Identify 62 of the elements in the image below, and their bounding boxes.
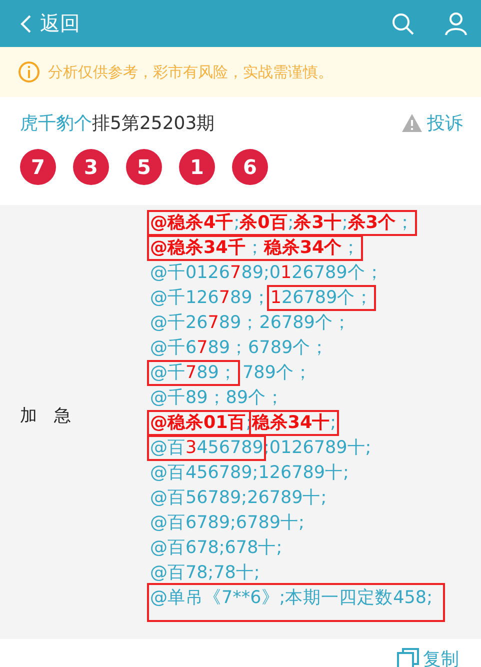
search-icon[interactable] [391, 12, 415, 36]
highlighted-text: 稳杀34个 [264, 238, 342, 258]
tip-text: 89；6789个； [208, 338, 329, 358]
highlighted-text: @稳杀4千 [150, 213, 234, 233]
tip-text: ； [342, 238, 360, 258]
back-chevron-icon [20, 14, 32, 34]
highlighted-text: 杀0百 [240, 213, 288, 233]
tip-text: 89； [230, 288, 270, 308]
tip-text: @百78;78十; [150, 563, 260, 583]
tip-text: 789个； [241, 363, 312, 383]
tip-text: 26789个； [281, 288, 374, 308]
tip-text: @百456789;126789十; [150, 463, 349, 483]
number-ball: 6 [232, 149, 268, 185]
highlighted-text: 杀3个 [348, 213, 396, 233]
risk-notice: 分析仅供参考，彩市有风险，实战需谨慎。 [48, 62, 333, 82]
tip-text: ; [288, 213, 294, 233]
tip-text: @百56789;26789十; [150, 488, 327, 508]
number-ball: 7 [20, 149, 56, 185]
tip-text: ; [234, 213, 240, 233]
tip-text: ; [342, 213, 348, 233]
highlighted-text: 3 [186, 438, 197, 458]
highlighted-text: 7 [196, 338, 208, 358]
post-title: 虎千豹个排5第25203期 [20, 112, 216, 135]
number-ball: 3 [73, 149, 109, 185]
tip-text: @千6 [150, 338, 197, 358]
info-icon [18, 61, 40, 83]
highlighted-text: 杀3十 [294, 213, 342, 233]
highlighted-text: 7 [208, 313, 219, 333]
tip-text: 456789 [196, 438, 264, 458]
highlighted-text: @稳杀01百 [150, 413, 246, 433]
number-ball: 5 [126, 149, 162, 185]
tip-text: ;0126789十; [263, 438, 372, 458]
tip-text: @千 [150, 363, 186, 383]
tip-text: @百678;678十; [150, 538, 282, 558]
tip-text: @千89；89个； [150, 388, 284, 408]
tip-text: @千26 [150, 313, 208, 333]
tip-text: @千0126 [150, 263, 230, 283]
user-icon[interactable] [445, 12, 467, 36]
priority-label: 加 急 [19, 404, 72, 426]
report-button[interactable]: 投诉 [401, 111, 463, 135]
tip-text: @单吊《7**6》;本期一四定数458; [150, 588, 432, 608]
tip-text: ； [246, 238, 264, 258]
tip-text: 89；26789个； [218, 313, 351, 333]
tip-text: 26789个； [292, 263, 384, 283]
tip-text: @千126 [150, 288, 219, 308]
number-ball: 1 [179, 149, 215, 185]
copy-icon [397, 648, 419, 667]
warning-icon [401, 113, 423, 133]
highlighted-text: 1 [280, 263, 292, 283]
highlighted-text: @稳杀34千 [150, 238, 246, 258]
back-button[interactable]: 返回 [20, 10, 80, 37]
highlighted-text: 7 [218, 288, 230, 308]
tip-text: @百6789;6789十; [150, 513, 304, 533]
tip-text: 89； [196, 363, 237, 383]
tip-text: ; [330, 413, 336, 433]
tip-text: @百 [150, 438, 186, 458]
tip-text: 89;0 [241, 263, 280, 283]
highlighted-text: 7 [186, 363, 197, 383]
tip-text: ； [396, 213, 414, 233]
highlighted-text: 稳杀34十 [252, 413, 330, 433]
highlighted-text: 7 [230, 263, 242, 283]
highlighted-text: 1 [270, 288, 282, 308]
